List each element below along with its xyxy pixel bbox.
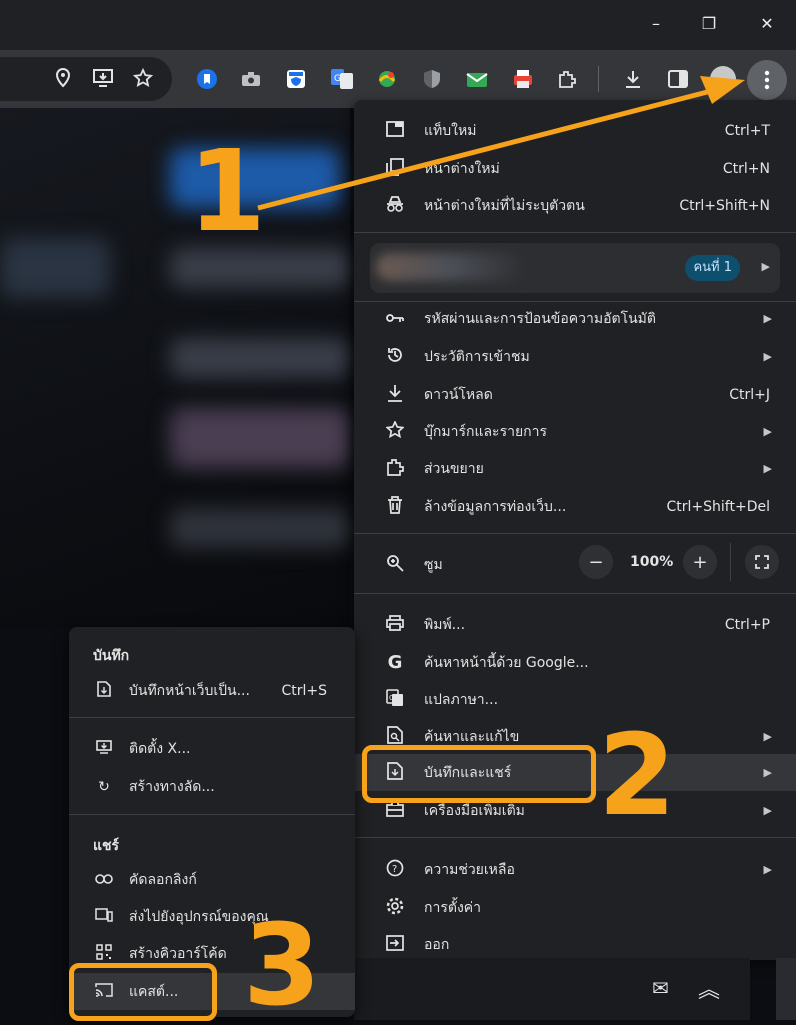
annotation-arrow: [257, 76, 745, 211]
highlight-save-share: [362, 745, 596, 803]
highlight-cast: [69, 963, 217, 1021]
step-number-3: 3: [243, 901, 321, 1025]
step-number-1: 1: [188, 127, 266, 257]
step-number-2: 2: [598, 711, 676, 841]
